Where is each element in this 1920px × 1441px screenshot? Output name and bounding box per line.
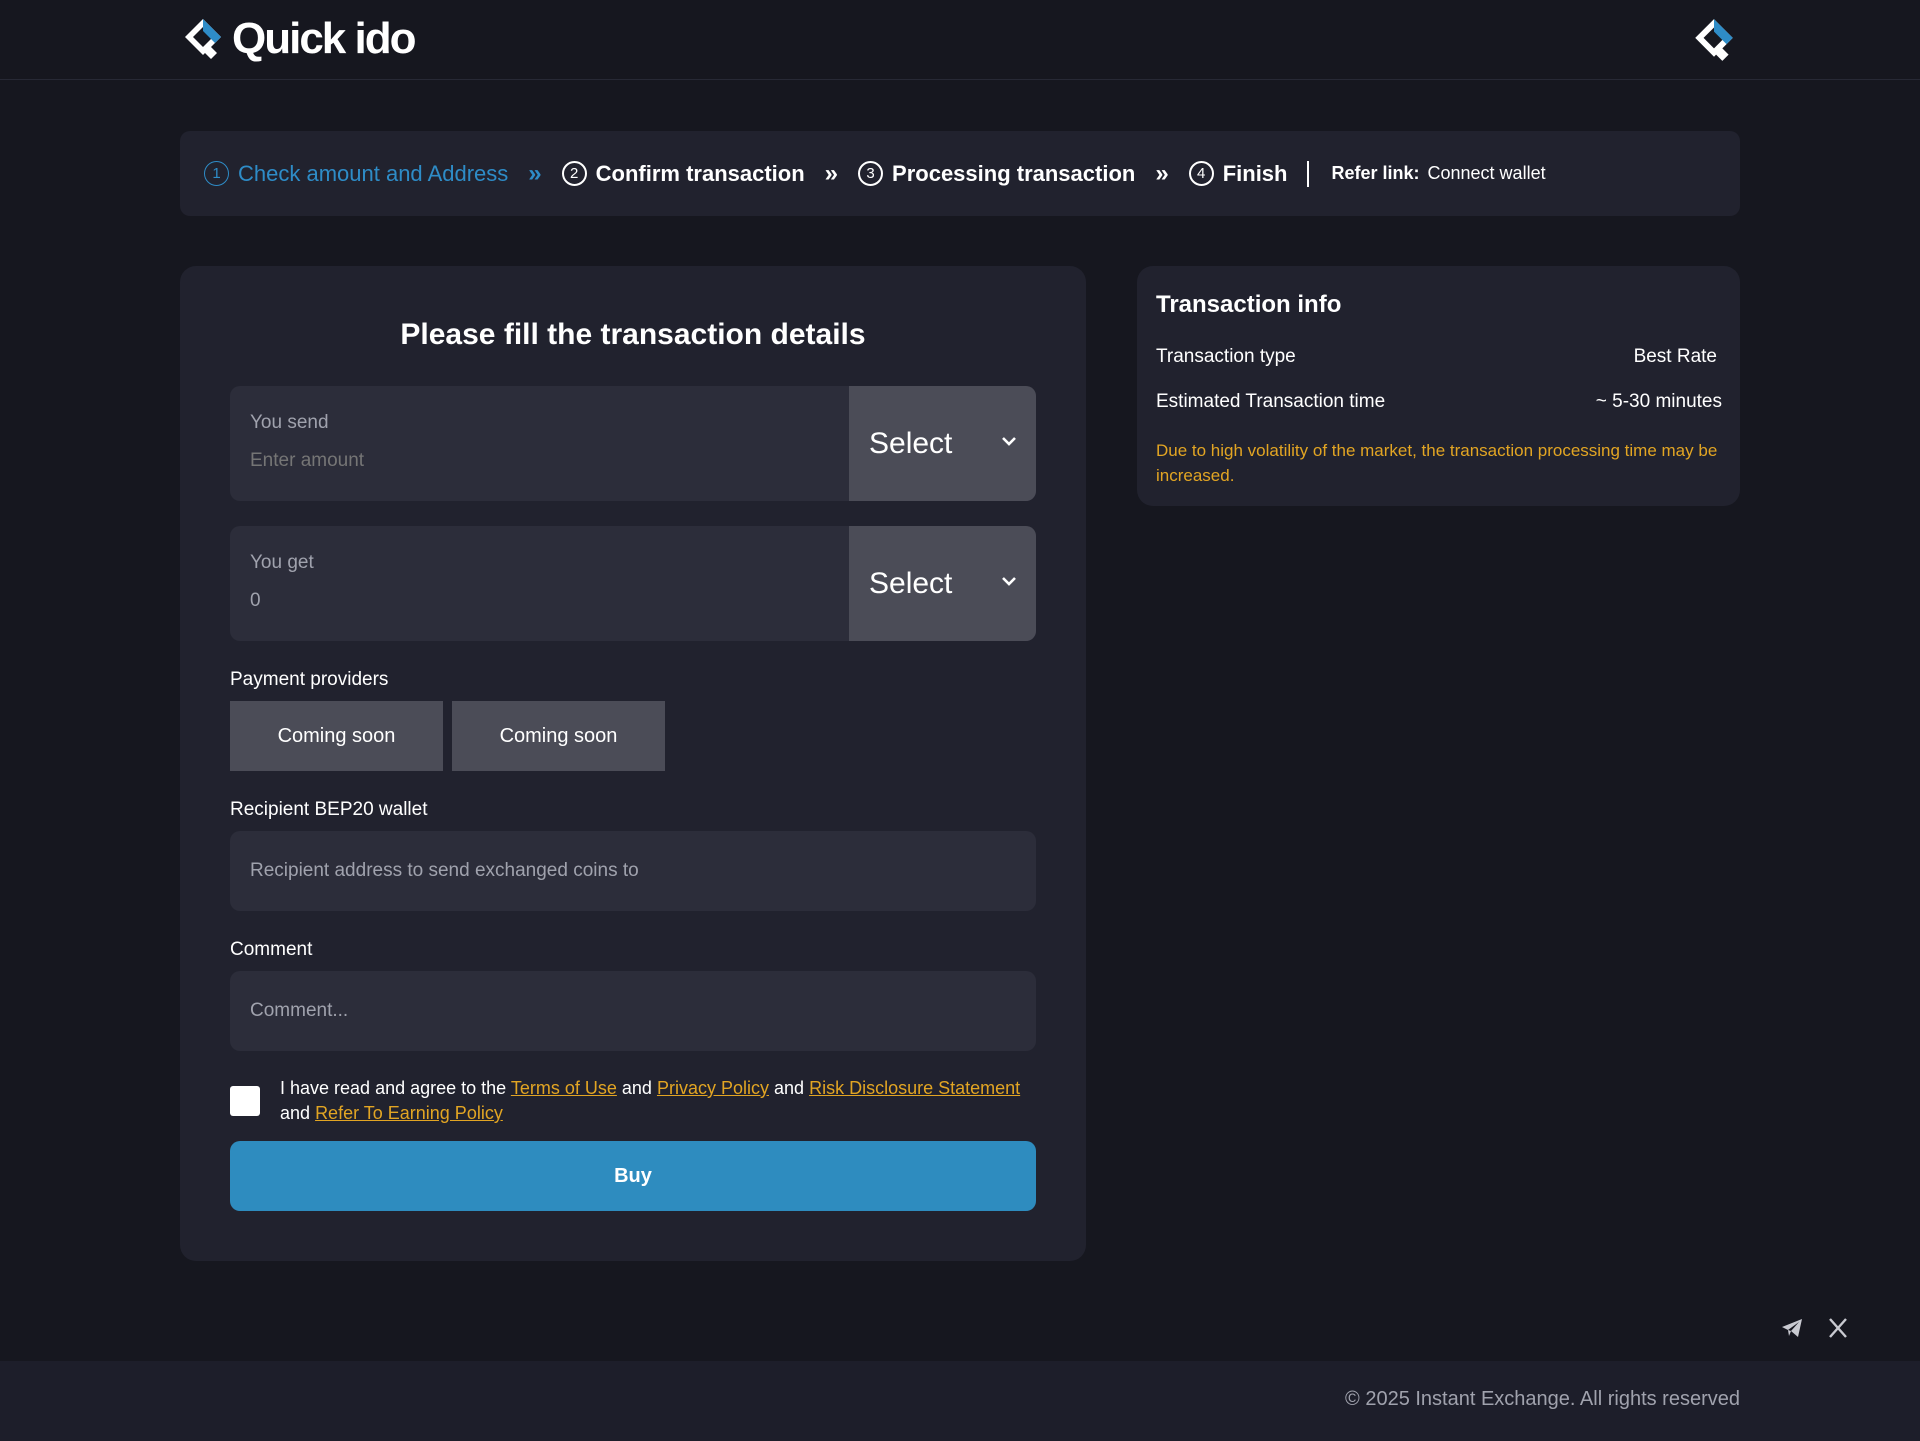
send-amount-input[interactable]: [250, 450, 810, 472]
volatility-warning: Due to high volatility of the market, th…: [1156, 441, 1718, 485]
get-label: You get: [250, 552, 314, 573]
step-label: Processing transaction: [892, 160, 1136, 186]
step-number: 1: [204, 161, 229, 186]
step-2: 2 Confirm transaction: [561, 160, 805, 187]
buy-button[interactable]: Buy: [230, 1141, 1036, 1211]
step-number: 2: [561, 161, 587, 186]
info-title: Transaction info: [1156, 291, 1342, 318]
step-label: Finish: [1222, 160, 1288, 186]
step-number: 3: [858, 161, 884, 186]
info-value: ~ 5-30 minutes: [1595, 391, 1722, 412]
logo[interactable]: Quick ido: [180, 14, 416, 64]
comment-label: Comment: [230, 939, 313, 960]
agree-checkbox[interactable]: [230, 1086, 260, 1116]
logo-mark-icon[interactable]: [1690, 16, 1738, 64]
header: Quick ido: [0, 0, 1920, 80]
step-label: Check amount and Address: [238, 160, 509, 186]
get-currency-select[interactable]: Select: [849, 526, 1036, 641]
info-label: Transaction type: [1156, 346, 1296, 367]
info-row: Transaction type Best Rate: [1156, 346, 1722, 368]
terms-link[interactable]: Terms of Use: [511, 1078, 617, 1098]
connect-wallet-link[interactable]: Connect wallet: [1428, 163, 1546, 183]
send-amount-box: You send Select: [230, 386, 1036, 501]
footer: © 2025 Instant Exchange. All rights rese…: [0, 1361, 1920, 1441]
step-3: 3 Processing transaction: [858, 161, 1135, 187]
steps-bar: 1 Check amount and Address » 2 Confirm t…: [180, 131, 1740, 216]
refer-link[interactable]: Refer link: Connect wallet: [1331, 163, 1545, 184]
transaction-form: Please fill the transaction details You …: [180, 266, 1086, 1261]
select-label: Select: [869, 426, 953, 460]
recipient-wallet-input[interactable]: Recipient address to send exchanged coin…: [230, 831, 1036, 911]
chevron-down-icon: [1002, 437, 1016, 446]
divider: [1307, 160, 1310, 187]
agree-and: and: [621, 1078, 652, 1098]
chevrons-icon: »: [1155, 159, 1169, 187]
provider-button[interactable]: Coming soon: [230, 701, 443, 771]
comment-input[interactable]: Comment...: [230, 971, 1036, 1051]
step-label: Confirm transaction: [595, 160, 805, 186]
copyright: © 2025 Instant Exchange. All rights rese…: [1345, 1388, 1740, 1410]
info-label: Estimated Transaction time: [1156, 391, 1386, 412]
provider-button[interactable]: Coming soon: [452, 701, 665, 771]
step-number: 4: [1188, 161, 1214, 186]
privacy-link[interactable]: Privacy Policy: [657, 1078, 769, 1098]
get-amount-box: You get 0 Select: [230, 526, 1036, 641]
refer-policy-link[interactable]: Refer To Earning Policy: [315, 1103, 503, 1123]
agree-prefix: I have read and agree to the: [280, 1078, 507, 1098]
get-amount-value: 0: [250, 590, 261, 611]
form-title: Please fill the transaction details: [400, 318, 866, 351]
risk-link[interactable]: Risk Disclosure Statement: [809, 1078, 1020, 1098]
agree-and: and: [774, 1078, 805, 1098]
chevron-down-icon: [1002, 577, 1016, 586]
send-currency-select[interactable]: Select: [849, 386, 1036, 501]
chevrons-icon: »: [824, 159, 839, 187]
logo-text: Quick ido: [232, 14, 416, 63]
send-label: You send: [250, 412, 329, 433]
transaction-info-card: Transaction info Transaction type Best R…: [1137, 266, 1740, 506]
select-label: Select: [869, 566, 953, 600]
info-value: Best Rate: [1633, 346, 1717, 367]
agree-and: and: [280, 1103, 311, 1123]
payment-providers-label: Payment providers: [230, 669, 389, 690]
telegram-icon[interactable]: [1780, 1316, 1804, 1340]
x-icon[interactable]: [1826, 1316, 1850, 1340]
step-4: 4 Finish: [1188, 160, 1288, 187]
agree-text: I have read and agree to the Terms of Us…: [280, 1076, 1040, 1126]
step-1: 1 Check amount and Address: [204, 161, 508, 187]
wallet-label: Recipient BEP20 wallet: [230, 799, 428, 820]
chevrons-icon: »: [528, 159, 542, 187]
logo-icon: [185, 19, 221, 59]
refer-label: Refer link:: [1331, 163, 1420, 183]
info-row: Estimated Transaction time ~ 5-30 minute…: [1156, 391, 1722, 413]
